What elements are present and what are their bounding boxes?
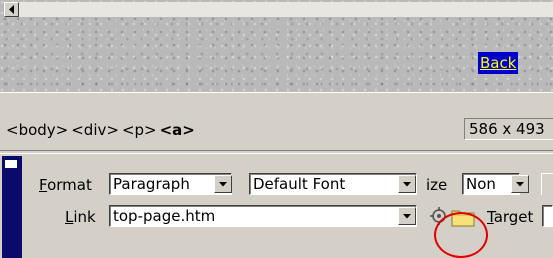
scrollbar-track[interactable] <box>19 2 553 17</box>
link-input[interactable]: top-page.htm <box>109 205 417 227</box>
format-label: Format <box>39 176 92 194</box>
scroll-left-arrow-icon <box>9 5 14 14</box>
target-input[interactable] <box>542 205 553 227</box>
tag-selector: <body> <div> <p> <a> <box>6 120 198 140</box>
back-link[interactable]: Back <box>478 52 519 74</box>
highlight-circle <box>434 212 488 258</box>
chevron-down-icon <box>403 181 411 186</box>
link-label: Link <box>65 208 96 226</box>
format-dropdown-button[interactable] <box>214 175 232 193</box>
chevron-down-icon <box>219 181 227 186</box>
chevron-down-icon <box>516 181 524 186</box>
tag-div[interactable]: <div> <box>71 121 119 139</box>
horizontal-scrollbar[interactable] <box>0 92 553 111</box>
size-label: ize <box>426 176 448 194</box>
tag-p[interactable]: <p> <box>122 121 157 139</box>
tag-body[interactable]: <body> <box>6 121 68 139</box>
target-label: Target <box>487 208 534 226</box>
panel-grip[interactable] <box>2 156 22 258</box>
tag-a[interactable]: <a> <box>160 121 195 139</box>
font-select[interactable]: Default Font <box>249 173 417 195</box>
font-dropdown-button[interactable] <box>398 175 416 193</box>
size-dropdown-button[interactable] <box>511 175 529 193</box>
link-dropdown-button[interactable] <box>398 207 416 225</box>
bold-button[interactable] <box>541 173 553 195</box>
chevron-down-icon <box>403 213 411 218</box>
window-size-indicator[interactable]: 586 x 493 <box>464 118 553 140</box>
panel-menu-icon[interactable] <box>5 160 17 168</box>
scroll-left-button[interactable] <box>4 2 19 17</box>
